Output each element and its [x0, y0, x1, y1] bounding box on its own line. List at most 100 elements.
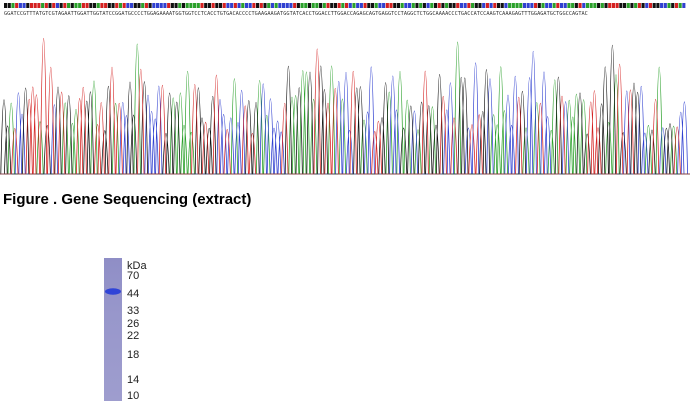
base-call-cell — [522, 3, 527, 8]
base-call-cell — [515, 3, 519, 8]
base-call-cell — [278, 3, 282, 8]
base-call-cell — [415, 3, 419, 8]
base-call-cell — [4, 3, 8, 8]
base-call-cell — [148, 3, 152, 8]
base-call-cell — [474, 3, 478, 8]
base-call-cell — [370, 3, 375, 8]
base-call-cell — [652, 3, 656, 8]
base-call-cell — [641, 3, 645, 8]
base-call-cell — [189, 3, 193, 8]
base-call-cell — [296, 3, 300, 8]
base-call-cell — [356, 3, 360, 8]
base-call-cell — [378, 3, 382, 8]
base-call-cell — [241, 3, 245, 8]
base-call-cell — [330, 3, 334, 8]
base-call-cell — [274, 3, 278, 8]
base-call-cell — [548, 3, 552, 8]
base-call-cell — [645, 3, 649, 8]
base-call-cell — [359, 3, 363, 8]
marker-label-33: 33 — [127, 305, 140, 317]
base-call-cell — [496, 3, 501, 8]
base-call-cell — [78, 3, 82, 8]
base-call-cell — [263, 3, 267, 8]
base-call-cell — [137, 3, 141, 8]
base-call-cell — [115, 3, 119, 8]
base-call-cell — [408, 3, 412, 8]
marker-label-10: 10 — [127, 390, 140, 402]
base-call-cell — [608, 3, 612, 8]
base-call-cell — [300, 3, 304, 8]
base-call-cell — [70, 3, 74, 8]
base-call-cell — [556, 3, 560, 8]
base-call-cell — [489, 3, 493, 8]
base-call-cell — [345, 3, 349, 8]
base-call-cell — [170, 3, 174, 8]
marker-label-18: 18 — [127, 349, 140, 361]
base-call-cell — [430, 3, 434, 8]
base-call-cell — [67, 3, 71, 8]
base-call-cell — [333, 3, 337, 8]
base-call-cell — [459, 3, 464, 8]
base-call-cell — [15, 3, 19, 8]
base-call-cell — [385, 3, 389, 8]
base-call-cell — [500, 3, 504, 8]
base-call-cell — [59, 3, 63, 8]
marker-label-14: 14 — [127, 374, 140, 386]
base-call-cell — [404, 3, 408, 8]
base-call-cell — [81, 3, 85, 8]
base-call-cell — [530, 3, 534, 8]
base-call-cell — [663, 3, 667, 8]
base-call-cell — [526, 3, 530, 8]
base-call-cell — [559, 3, 564, 8]
base-call-cell — [26, 3, 30, 8]
base-call-cell — [215, 3, 219, 8]
base-call-cell — [185, 3, 189, 8]
base-call-cell — [674, 3, 678, 8]
base-call-cell — [315, 3, 319, 8]
base-call-cell — [18, 3, 22, 8]
base-call-cell — [326, 3, 330, 8]
base-call-cell — [104, 3, 108, 8]
base-call-cell — [567, 3, 571, 8]
base-call-cell — [630, 3, 634, 8]
base-call-cell — [545, 3, 549, 8]
base-call-cell — [311, 3, 315, 8]
base-call-cell — [604, 3, 608, 8]
base-call-cell — [519, 3, 523, 8]
base-call-cell — [7, 3, 11, 8]
base-call-cell — [196, 3, 200, 8]
base-call-cell — [422, 3, 426, 8]
base-call-cell — [159, 3, 163, 8]
base-call-cell — [597, 3, 601, 8]
base-call-cell — [634, 3, 638, 8]
base-call-cell — [33, 3, 37, 8]
base-call-cell — [467, 3, 471, 8]
base-call-cell — [230, 3, 234, 8]
base-call-cell — [204, 3, 208, 8]
base-call-cell — [48, 3, 52, 8]
base-call-cell — [85, 3, 89, 8]
base-call-cell — [163, 3, 167, 8]
base-call-cell — [626, 3, 630, 8]
base-call-cell — [571, 3, 575, 8]
protein-band-blob — [105, 288, 121, 295]
base-call-cell — [122, 3, 126, 8]
base-call-cell — [511, 3, 515, 8]
base-call-cell — [174, 3, 178, 8]
base-call-cell — [118, 3, 123, 8]
base-call-cell — [96, 3, 100, 8]
base-call-cell — [574, 3, 578, 8]
base-call-cell — [92, 3, 97, 8]
base-call-cell — [656, 3, 660, 8]
base-call-cell — [89, 3, 93, 8]
base-call-cell — [226, 3, 230, 8]
base-call-cell — [55, 3, 59, 8]
base-call-cell — [63, 3, 67, 8]
base-call-cell — [382, 3, 386, 8]
base-call-cell — [448, 3, 452, 8]
base-call-cell — [74, 3, 78, 8]
base-call-cell — [660, 3, 664, 8]
base-call-cell — [582, 3, 586, 8]
base-call-cell — [29, 3, 34, 8]
base-call-cell — [100, 3, 104, 8]
